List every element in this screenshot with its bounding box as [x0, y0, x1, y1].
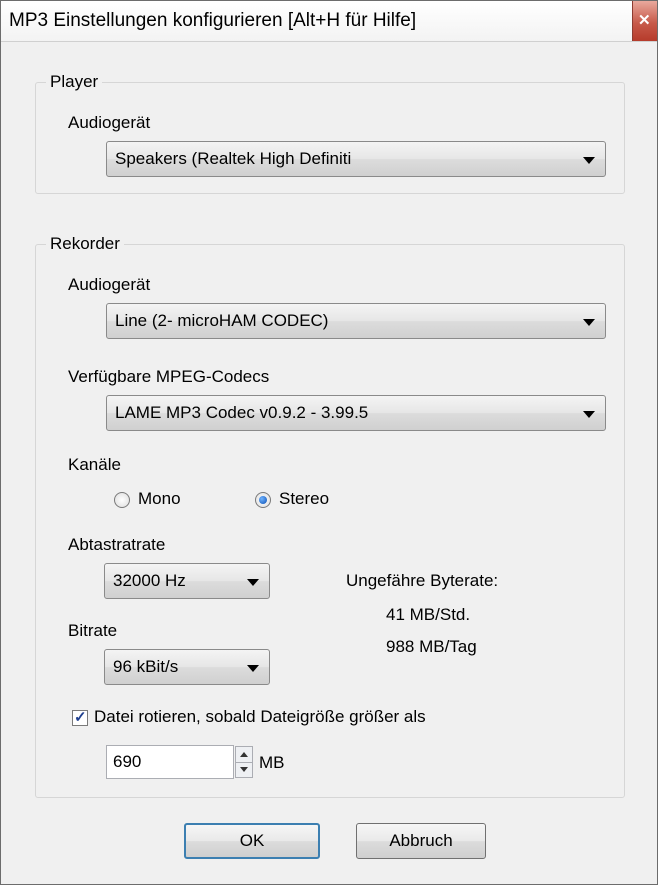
rotate-size-unit: MB: [259, 753, 285, 772]
recorder-group-label: Rekorder: [46, 234, 124, 254]
dialog-client-area: Player Audiogerät Speakers (Realtek High…: [13, 42, 645, 878]
close-icon: ✕: [638, 12, 651, 29]
byterate-per-hour: 41 MB/Std.: [386, 605, 471, 624]
bitrate-dropdown[interactable]: 96 kBit/s: [104, 649, 270, 685]
stereo-radio[interactable]: [255, 492, 271, 508]
rotate-size-spinner[interactable]: [235, 746, 253, 778]
ok-button[interactable]: OK: [184, 823, 320, 859]
byterate-per-day: 988 MB/Tag: [386, 637, 477, 656]
recorder-group: Rekorder Audiogerät Line (2- microHAM CO…: [35, 234, 625, 798]
title-bar[interactable]: MP3 Einstellungen konfigurieren [Alt+H f…: [1, 1, 657, 42]
close-button[interactable]: ✕: [632, 1, 657, 41]
dialog-window: MP3 Einstellungen konfigurieren [Alt+H f…: [0, 0, 658, 885]
codec-label: Verfügbare MPEG-Codecs: [68, 367, 270, 386]
window-title: MP3 Einstellungen konfigurieren [Alt+H f…: [9, 10, 417, 31]
samplerate-dropdown[interactable]: 32000 Hz: [104, 563, 270, 599]
player-device-label: Audiogerät: [68, 113, 151, 132]
rotate-checkbox[interactable]: ✓: [72, 709, 88, 726]
chevron-down-icon: [583, 319, 595, 326]
player-group: Player Audiogerät Speakers (Realtek High…: [35, 72, 625, 194]
chevron-down-icon: [247, 579, 259, 586]
samplerate-label: Abtastratrate: [68, 535, 166, 554]
byterate-label: Ungefähre Byterate:: [346, 571, 499, 590]
spin-up-arrow-icon[interactable]: [236, 747, 252, 763]
codec-dropdown[interactable]: LAME MP3 Codec v0.9.2 - 3.99.5: [106, 395, 606, 431]
spin-down-arrow-icon[interactable]: [236, 762, 252, 777]
recorder-device-value: Line (2- microHAM CODEC): [115, 311, 329, 330]
rotate-label[interactable]: Datei rotieren, sobald Dateigröße größer…: [94, 707, 426, 727]
recorder-device-dropdown[interactable]: Line (2- microHAM CODEC): [106, 303, 606, 339]
channels-label: Kanäle: [68, 455, 121, 474]
checkmark-icon: ✓: [74, 709, 87, 726]
cancel-button[interactable]: Abbruch: [356, 823, 486, 859]
player-group-label: Player: [46, 72, 103, 92]
codec-value: LAME MP3 Codec v0.9.2 - 3.99.5: [115, 403, 369, 422]
rotate-size-input[interactable]: 690: [106, 745, 234, 779]
mono-radio[interactable]: [114, 492, 130, 508]
rotate-size-value: 690: [113, 752, 142, 771]
chevron-down-icon: [583, 411, 595, 418]
chevron-down-icon: [247, 665, 259, 672]
bitrate-label: Bitrate: [68, 621, 118, 640]
player-device-value: Speakers (Realtek High Definiti: [115, 149, 352, 168]
recorder-device-label: Audiogerät: [68, 275, 151, 294]
bitrate-value: 96 kBit/s: [113, 657, 179, 676]
chevron-down-icon: [583, 157, 595, 164]
samplerate-value: 32000 Hz: [113, 571, 186, 590]
player-device-dropdown[interactable]: Speakers (Realtek High Definiti: [106, 141, 606, 177]
stereo-radio-label[interactable]: Stereo: [279, 489, 329, 509]
mono-radio-label[interactable]: Mono: [138, 489, 181, 509]
